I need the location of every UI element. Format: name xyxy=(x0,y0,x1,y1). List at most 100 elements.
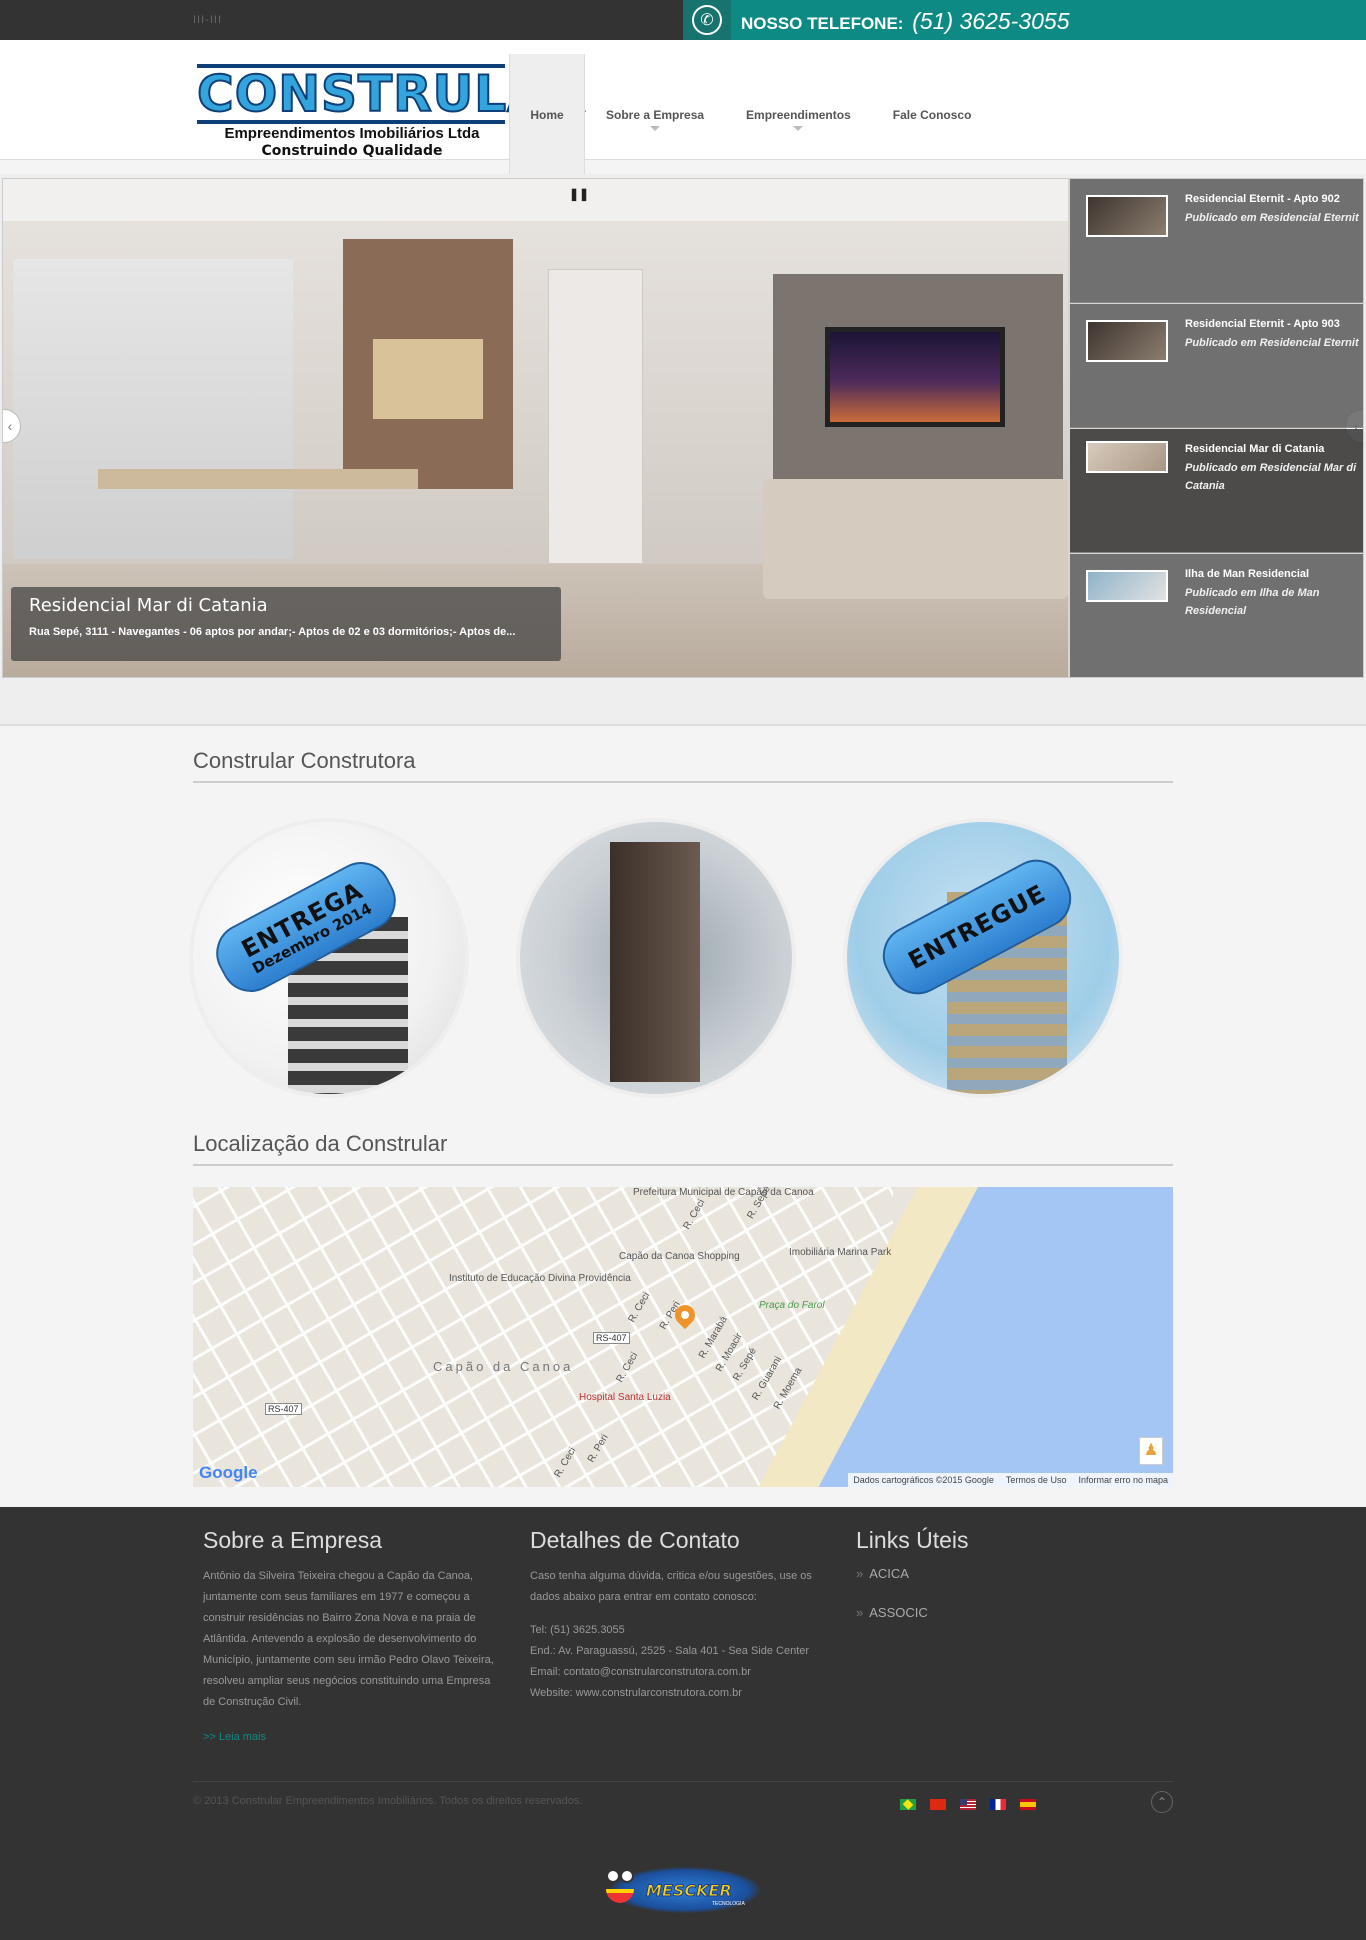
thumb-title: Ilha de Man Residencial xyxy=(1185,568,1310,580)
slide-door xyxy=(548,269,643,564)
map-attribution: Dados cartográficos ©2015 Google Termos … xyxy=(848,1473,1173,1487)
nav-fale-conosco-label: Fale Conosco xyxy=(892,107,972,122)
road-shield: RS-407 xyxy=(265,1403,302,1415)
slide-grill-inner xyxy=(373,339,483,419)
mascot-eye xyxy=(606,1869,620,1883)
china-flag-icon[interactable] xyxy=(930,1799,946,1810)
footer-links: Links Úteis » ACICA » ASSOCIC xyxy=(856,1527,1156,1644)
main-nav: Home Sobre a Empresa Empreendimentos Fal… xyxy=(509,54,992,175)
brazil-flag-icon[interactable] xyxy=(900,1799,916,1810)
footer-contact-title: Detalhes de Contato xyxy=(530,1527,740,1553)
map-data-credit: Dados cartográficos ©2015 Google xyxy=(853,1475,994,1485)
phone-box: ✆ NOSSO TELEFONE: (51) 3625-3055 xyxy=(683,0,1366,40)
google-logo: Google xyxy=(199,1463,258,1482)
phone-text: NOSSO TELEFONE: (51) 3625-3055 xyxy=(741,8,1070,35)
slide-caption-desc: Rua Sepé, 3111 - Navegantes - 06 aptos p… xyxy=(29,626,516,638)
footer-divider xyxy=(193,1781,1173,1782)
footer-contact: Detalhes de Contato Caso tenha alguma dú… xyxy=(530,1527,830,1704)
project-circle-interior[interactable] xyxy=(520,822,792,1094)
section-divider xyxy=(193,1164,1173,1166)
footer-contact-address: End.: Av. Paraguassú, 2525 - Sala 401 - … xyxy=(530,1645,810,1657)
thumb-title: Residencial Mar di Catania xyxy=(1185,443,1325,455)
slider-thumb[interactable]: Residencial Eternit - Apto 903 Publicado… xyxy=(1070,304,1363,428)
nav-empreendimentos-label: Empreendimentos xyxy=(746,107,851,122)
site-header: CONSTRULAR Empreendimentos Imobiliários … xyxy=(0,40,1366,175)
map-label: Capão da Canoa Shopping xyxy=(619,1251,740,1262)
street-view-icon[interactable]: ♟ xyxy=(1139,1437,1163,1465)
thumb-image xyxy=(1086,320,1168,362)
thumb-subtitle: Publicado em Ilha de Man Residencial xyxy=(1185,587,1320,617)
usa-flag-icon[interactable] xyxy=(960,1799,976,1810)
footer-link-label: ASSOCIC xyxy=(869,1605,928,1620)
map-terms-link[interactable]: Termos de Uso xyxy=(1006,1475,1067,1485)
project-circle-entrega[interactable]: ENTREGA Dezembro 2014 xyxy=(193,822,465,1094)
slide-caption[interactable]: Residencial Mar di Catania Rua Sepé, 311… xyxy=(11,587,561,661)
site-logo[interactable]: CONSTRULAR Empreendimentos Imobiliários … xyxy=(196,64,586,164)
nav-sobre-a-empresa[interactable]: Sobre a Empresa xyxy=(585,54,725,175)
hero-slider-section: ❚❚ Residencial Mar di Catania Rua Sepé, … xyxy=(0,174,1366,726)
thumb-title: Residencial Eternit - Apto 903 xyxy=(1185,318,1340,330)
mescker-name: MESCKER xyxy=(646,1881,733,1901)
section-title-localizacao: Localização da Constrular xyxy=(193,1131,448,1156)
double-chevron-icon: » xyxy=(856,1566,864,1581)
spain-flag-icon[interactable] xyxy=(1020,1799,1036,1810)
pause-icon[interactable]: ❚❚ xyxy=(569,187,589,201)
interior-image xyxy=(610,842,700,1082)
chevron-down-icon xyxy=(650,126,661,131)
nav-empreendimentos[interactable]: Empreendimentos xyxy=(725,54,872,175)
thumb-subtitle: Publicado em Residencial Eternit xyxy=(1185,337,1359,349)
map-report-link[interactable]: Informar erro no mapa xyxy=(1078,1475,1168,1485)
nav-home[interactable]: Home xyxy=(509,54,585,175)
footer-contact-intro: Caso tenha alguma dúvida, critica e/ou s… xyxy=(530,1570,812,1603)
thumb-subtitle: Publicado em Residencial Mar di Catania xyxy=(1185,462,1357,492)
project-circle-entregue[interactable]: ENTREGUE xyxy=(847,822,1119,1094)
slide-tv xyxy=(825,327,1005,427)
top-bar-decoration: III-III xyxy=(193,14,222,26)
footer-contact-tel: Tel: (51) 3625.3055 xyxy=(530,1624,625,1636)
slider-thumb-active[interactable]: Residencial Mar di Catania Publicado em … xyxy=(1070,429,1363,553)
hero-slider[interactable]: ❚❚ Residencial Mar di Catania Rua Sepé, … xyxy=(2,178,1364,678)
mescker-sub: TECNOLOGIA xyxy=(712,1901,745,1907)
nav-home-label: Home xyxy=(530,107,564,122)
section-title-construtora: Constrular Construtora xyxy=(193,748,416,773)
chevron-left-icon: ‹ xyxy=(7,418,13,434)
thumb-image xyxy=(1086,570,1168,602)
mescker-logo[interactable]: MESCKER TECNOLOGIA xyxy=(600,1859,765,1923)
slider-thumbnails: Residencial Eternit - Apto 902 Publicado… xyxy=(1070,179,1363,677)
scroll-top-button[interactable]: ⌃ xyxy=(1151,1791,1173,1813)
road-shield: RS-407 xyxy=(593,1332,630,1344)
footer-links-title: Links Úteis xyxy=(856,1527,969,1553)
slide-kitchen xyxy=(13,259,293,559)
thumb-image xyxy=(1086,195,1168,237)
thumb-title: Residencial Eternit - Apto 902 xyxy=(1185,193,1340,205)
chevron-up-icon: ⌃ xyxy=(1156,1795,1168,1809)
map-label: Instituto de Educação Divina Providência xyxy=(449,1273,631,1284)
nav-sobre-label: Sobre a Empresa xyxy=(606,107,705,122)
copyright: © 2013 Constrular Empreendimentos Imobil… xyxy=(193,1795,583,1807)
map-label: Praça do Farol xyxy=(759,1300,825,1311)
footer-link-label: ACICA xyxy=(869,1566,909,1581)
map-label: Prefeitura Municipal de Capão da Canoa xyxy=(633,1187,814,1198)
footer-about-title: Sobre a Empresa xyxy=(203,1527,382,1553)
language-flags xyxy=(900,1799,1036,1810)
thumb-subtitle: Publicado em Residencial Eternit xyxy=(1185,212,1359,224)
location-map[interactable]: Prefeitura Municipal de Capão da Canoa C… xyxy=(193,1187,1173,1487)
nav-fale-conosco[interactable]: Fale Conosco xyxy=(872,54,993,175)
footer-about: Sobre a Empresa Antônio da Silveira Teix… xyxy=(203,1527,503,1743)
phone-number[interactable]: (51) 3625-3055 xyxy=(912,8,1069,34)
read-more-link[interactable]: >> Leia mais xyxy=(203,1731,503,1743)
slide-caption-title: Residencial Mar di Catania xyxy=(29,595,268,616)
slider-thumb[interactable]: Residencial Eternit - Apto 902 Publicado… xyxy=(1070,179,1363,303)
phone-icon: ✆ xyxy=(683,0,731,40)
double-chevron-icon: » xyxy=(856,1605,864,1620)
footer-link-associc[interactable]: » ASSOCIC xyxy=(856,1605,1156,1620)
top-bar: III-III ✆ NOSSO TELEFONE: (51) 3625-3055 xyxy=(0,0,1366,40)
site-footer: Sobre a Empresa Antônio da Silveira Teix… xyxy=(0,1507,1366,1940)
footer-link-acica[interactable]: » ACICA xyxy=(856,1566,1156,1581)
france-flag-icon[interactable] xyxy=(990,1799,1006,1810)
slider-thumb[interactable]: Ilha de Man Residencial Publicado em Ilh… xyxy=(1070,554,1363,677)
footer-about-text: Antônio da Silveira Teixeira chegou a Ca… xyxy=(203,1570,494,1708)
slide-table xyxy=(98,469,418,489)
footer-contact-website[interactable]: Website: www.constrularconstrutora.com.b… xyxy=(530,1683,830,1704)
footer-contact-email[interactable]: Email: contato@constrularconstrutora.com… xyxy=(530,1662,830,1683)
